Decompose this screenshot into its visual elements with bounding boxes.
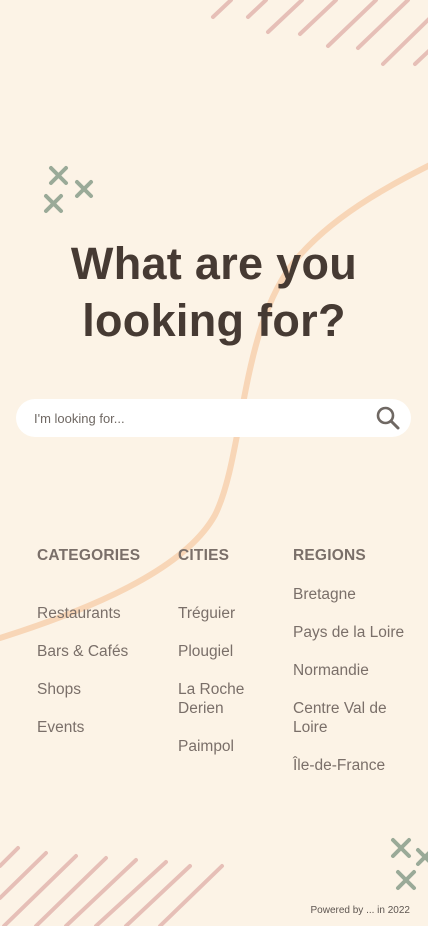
city-item-la-roche-derien[interactable]: La Roche Derien xyxy=(178,680,278,718)
category-item-shops[interactable]: Shops xyxy=(37,680,128,699)
city-item-paimpol[interactable]: Paimpol xyxy=(178,737,278,756)
top-stripes-decoration xyxy=(211,0,428,66)
category-item-restaurants[interactable]: Restaurants xyxy=(37,604,128,623)
categories-list: Restaurants Bars & Cafés Shops Events xyxy=(37,604,128,756)
cities-list: Tréguier Plougiel La Roche Derien Paimpo… xyxy=(178,604,278,775)
category-item-bars-cafes[interactable]: Bars & Cafés xyxy=(37,642,128,661)
cities-column: CITIES Tréguier Plougiel La Roche Derien… xyxy=(178,546,244,755)
bottom-stripes-decoration xyxy=(0,846,224,926)
page-title: What are you looking for? xyxy=(0,235,428,349)
title-line-2: looking for? xyxy=(82,295,346,347)
title-line-1: What are you xyxy=(70,238,358,290)
region-item-normandie[interactable]: Normandie xyxy=(293,661,411,680)
crosses-decoration-top xyxy=(44,166,93,213)
regions-heading: REGIONS xyxy=(293,547,366,564)
crosses-decoration-bottom xyxy=(391,838,428,890)
search-bar xyxy=(16,399,411,437)
cities-heading: CITIES xyxy=(178,547,230,564)
city-item-treguier[interactable]: Tréguier xyxy=(178,604,278,623)
categories-heading: CATEGORIES xyxy=(37,547,141,564)
regions-column: REGIONS Bretagne Pays de la Loire Norman… xyxy=(293,546,404,774)
region-item-pays-de-la-loire[interactable]: Pays de la Loire xyxy=(293,623,411,642)
footer-credit: Powered by ... in 2022 xyxy=(310,905,410,916)
search-icon[interactable] xyxy=(375,405,401,431)
region-item-bretagne[interactable]: Bretagne xyxy=(293,585,411,604)
city-item-plougiel[interactable]: Plougiel xyxy=(178,642,278,661)
region-item-centre-val-de-loire[interactable]: Centre Val de Loire xyxy=(293,699,411,737)
search-input[interactable] xyxy=(34,399,364,437)
categories-column: CATEGORIES Restaurants Bars & Cafés Shop… xyxy=(37,546,141,736)
regions-list: Bretagne Pays de la Loire Normandie Cent… xyxy=(293,585,411,794)
region-item-ile-de-france[interactable]: Île-de-France xyxy=(293,756,411,775)
category-item-events[interactable]: Events xyxy=(37,718,128,737)
